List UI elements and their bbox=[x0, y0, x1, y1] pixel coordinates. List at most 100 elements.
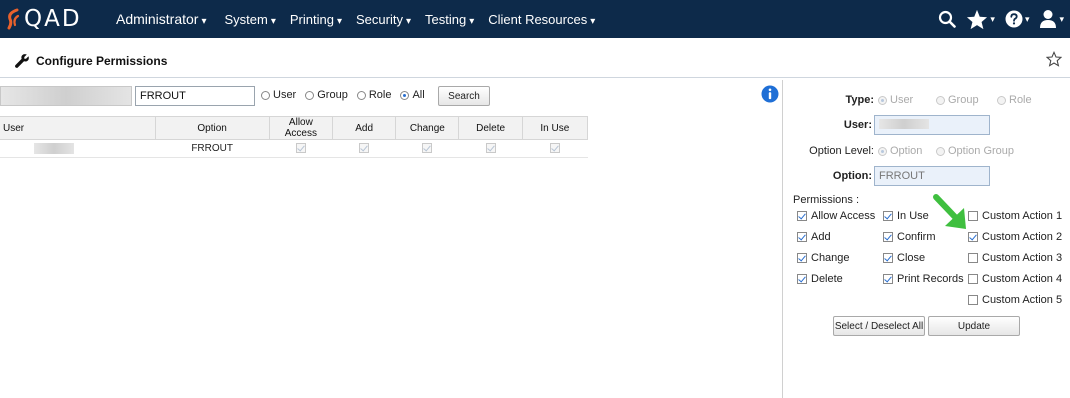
chevron-down-icon: ▾ bbox=[270, 15, 276, 27]
perm-allow-access-checkbox[interactable] bbox=[797, 211, 807, 221]
column-header-user[interactable]: User bbox=[0, 116, 156, 140]
option-level-option-label: Option bbox=[890, 145, 923, 157]
user-menu[interactable]: ▾ bbox=[1039, 9, 1064, 29]
perm-custom-action-5[interactable]: Custom Action 5 bbox=[968, 294, 1062, 306]
filter-role-radio[interactable] bbox=[356, 90, 366, 100]
column-header-option[interactable]: Option bbox=[155, 116, 270, 140]
cell-allow-access bbox=[269, 139, 333, 158]
user-label: User: bbox=[843, 119, 872, 131]
column-header-change[interactable]: Change bbox=[395, 116, 460, 140]
menu-security[interactable]: Security ▾ bbox=[356, 12, 411, 27]
page-title-text: Configure Permissions bbox=[36, 54, 168, 68]
option-level-group-radio bbox=[936, 146, 945, 156]
perm-allow-access[interactable]: Allow Access bbox=[797, 210, 875, 222]
page-title: Configure Permissions bbox=[14, 53, 167, 69]
star-icon bbox=[967, 9, 988, 29]
perm-custom-action-2-label: Custom Action 2 bbox=[982, 231, 1063, 243]
help-menu[interactable]: ▾ bbox=[1005, 10, 1029, 28]
user-search-input[interactable] bbox=[0, 86, 132, 106]
menu-testing[interactable]: Testing ▾ bbox=[425, 12, 474, 27]
menu-label: Security bbox=[355, 11, 403, 27]
page-header: Configure Permissions bbox=[0, 44, 1070, 78]
info-icon bbox=[761, 85, 779, 103]
perm-delete-checkbox[interactable] bbox=[797, 274, 807, 284]
perm-close[interactable]: Close bbox=[883, 252, 925, 264]
type-group-label: Group bbox=[948, 94, 979, 106]
info-button[interactable] bbox=[761, 85, 779, 106]
filter-group-radio[interactable] bbox=[305, 90, 315, 100]
menu-label: Printing bbox=[289, 11, 334, 27]
search-button[interactable] bbox=[938, 10, 957, 28]
perm-custom-action-2[interactable]: Custom Action 2 bbox=[968, 231, 1062, 243]
option-level-group-label: Option Group bbox=[948, 145, 1015, 157]
perm-custom-action-4[interactable]: Custom Action 4 bbox=[968, 273, 1062, 285]
chevron-down-icon: ▾ bbox=[590, 15, 596, 27]
perm-allow-access-label: Allow Access bbox=[811, 210, 876, 222]
qad-logo-icon bbox=[7, 8, 20, 30]
perm-in-use-checkbox[interactable] bbox=[883, 211, 893, 221]
add-favorite-button[interactable] bbox=[1045, 50, 1063, 70]
perm-in-use[interactable]: In Use bbox=[883, 210, 929, 222]
add-checkbox bbox=[359, 143, 370, 154]
table-row[interactable]: FRROUT bbox=[0, 139, 588, 158]
menu-client-resources[interactable]: Client Resources ▾ bbox=[488, 12, 595, 27]
column-header-delete[interactable]: Delete bbox=[458, 116, 523, 140]
filter-user-radio[interactable] bbox=[261, 90, 270, 100]
perm-custom-action-3-checkbox[interactable] bbox=[968, 253, 978, 263]
perm-change-checkbox[interactable] bbox=[797, 253, 807, 263]
star-outline-icon bbox=[1045, 50, 1063, 67]
chevron-down-icon: ▾ bbox=[1059, 13, 1064, 24]
perm-add[interactable]: Add bbox=[797, 231, 831, 243]
perm-custom-action-3[interactable]: Custom Action 3 bbox=[968, 252, 1062, 264]
permissions-table: User Option Allow Access Add Change Dele… bbox=[0, 116, 589, 158]
logo-text: QAD bbox=[24, 6, 82, 32]
option-level-label: Option Level: bbox=[809, 145, 874, 157]
menu-label: Administrator bbox=[116, 11, 199, 27]
top-navigation-bar: QAD Administrator ▾ System ▾ Printing ▾ Sec… bbox=[0, 0, 1070, 38]
perm-print-records-checkbox[interactable] bbox=[883, 274, 893, 284]
filter-group-label: Group bbox=[317, 89, 348, 101]
option-field: FRROUT bbox=[874, 166, 990, 186]
perm-confirm-label: Confirm bbox=[897, 231, 936, 243]
update-button[interactable]: Update bbox=[928, 316, 1020, 336]
menu-label: Testing bbox=[424, 11, 467, 27]
favorites-menu[interactable]: ▾ bbox=[966, 9, 995, 30]
perm-custom-action-1[interactable]: Custom Action 1 bbox=[968, 210, 1062, 222]
filter-radio-group: User Group Role All bbox=[261, 89, 434, 101]
perm-change-label: Change bbox=[811, 252, 850, 264]
perm-confirm-checkbox[interactable] bbox=[883, 232, 893, 242]
perm-custom-action-4-checkbox[interactable] bbox=[968, 274, 978, 284]
search-button[interactable]: Search bbox=[438, 86, 490, 106]
perm-close-checkbox[interactable] bbox=[883, 253, 893, 263]
column-header-allow-access[interactable]: Allow Access bbox=[269, 116, 334, 140]
column-header-add[interactable]: Add bbox=[332, 116, 397, 140]
main-menu: Administrator ▾ System ▾ Printing ▾ Securit… bbox=[116, 0, 609, 38]
perm-add-checkbox[interactable] bbox=[797, 232, 807, 242]
perm-custom-action-5-checkbox[interactable] bbox=[968, 295, 978, 305]
perm-confirm[interactable]: Confirm bbox=[883, 231, 936, 243]
perm-delete[interactable]: Delete bbox=[797, 273, 843, 285]
option-level-option: Option bbox=[878, 145, 922, 157]
redacted-user bbox=[34, 142, 74, 154]
chevron-down-icon: ▾ bbox=[405, 15, 411, 27]
menu-system[interactable]: System ▾ bbox=[225, 12, 276, 27]
in-use-checkbox bbox=[549, 143, 560, 154]
chevron-down-icon: ▾ bbox=[336, 15, 342, 27]
perm-custom-action-2-checkbox[interactable] bbox=[968, 232, 978, 242]
perm-print-records[interactable]: Print Records bbox=[883, 273, 964, 285]
option-search-input[interactable] bbox=[135, 86, 255, 106]
cell-in-use bbox=[522, 139, 588, 158]
column-header-in-use[interactable]: In Use bbox=[522, 116, 589, 140]
menu-printing[interactable]: Printing ▾ bbox=[290, 12, 342, 27]
qad-logo[interactable]: QAD bbox=[6, 6, 82, 32]
perm-custom-action-5-label: Custom Action 5 bbox=[982, 294, 1063, 306]
filter-all-radio[interactable] bbox=[400, 90, 410, 100]
search-icon bbox=[939, 10, 957, 28]
select-deselect-all-button[interactable]: Select / Deselect All bbox=[833, 316, 925, 336]
perm-delete-label: Delete bbox=[811, 273, 843, 285]
menu-administrator[interactable]: Administrator ▾ bbox=[116, 11, 207, 27]
cell-change bbox=[395, 139, 459, 158]
perm-change[interactable]: Change bbox=[797, 252, 850, 264]
filter-all-label: All bbox=[412, 89, 425, 101]
help-icon bbox=[1005, 10, 1023, 28]
